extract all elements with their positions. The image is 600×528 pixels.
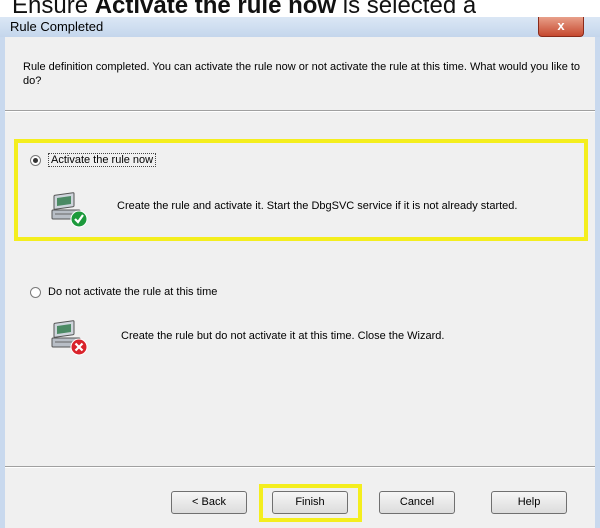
radio-do-not-activate[interactable]: Do not activate the rule at this time <box>30 286 217 298</box>
intro-text: Rule definition completed. You can activ… <box>23 61 581 87</box>
bottom-divider <box>5 466 595 468</box>
do-not-activate-description: Create the rule but do not activate it a… <box>121 330 445 342</box>
close-icon: x <box>557 18 565 33</box>
activate-description: Create the rule and activate it. Start t… <box>117 200 518 212</box>
close-button[interactable]: x <box>538 17 584 37</box>
radio-button-do-not-activate[interactable] <box>30 286 41 298</box>
title-bar: Rule Completed x <box>0 17 600 38</box>
top-divider <box>5 110 595 112</box>
radio-button-activate[interactable] <box>30 154 41 166</box>
finish-button[interactable]: Finish <box>272 491 348 514</box>
computer-cross-icon <box>51 320 88 356</box>
window-frame-right <box>595 37 600 528</box>
back-button[interactable]: < Back <box>171 491 247 514</box>
radio-activate-now[interactable]: Activate the rule now <box>30 153 157 167</box>
window-title: Rule Completed <box>10 19 104 34</box>
radio-label-do-not-activate[interactable]: Do not activate the rule at this time <box>48 286 217 298</box>
cancel-button[interactable]: Cancel <box>379 491 455 514</box>
computer-checkmark-icon <box>51 192 88 228</box>
radio-label-activate[interactable]: Activate the rule now <box>48 153 157 167</box>
help-button[interactable]: Help <box>491 491 567 514</box>
